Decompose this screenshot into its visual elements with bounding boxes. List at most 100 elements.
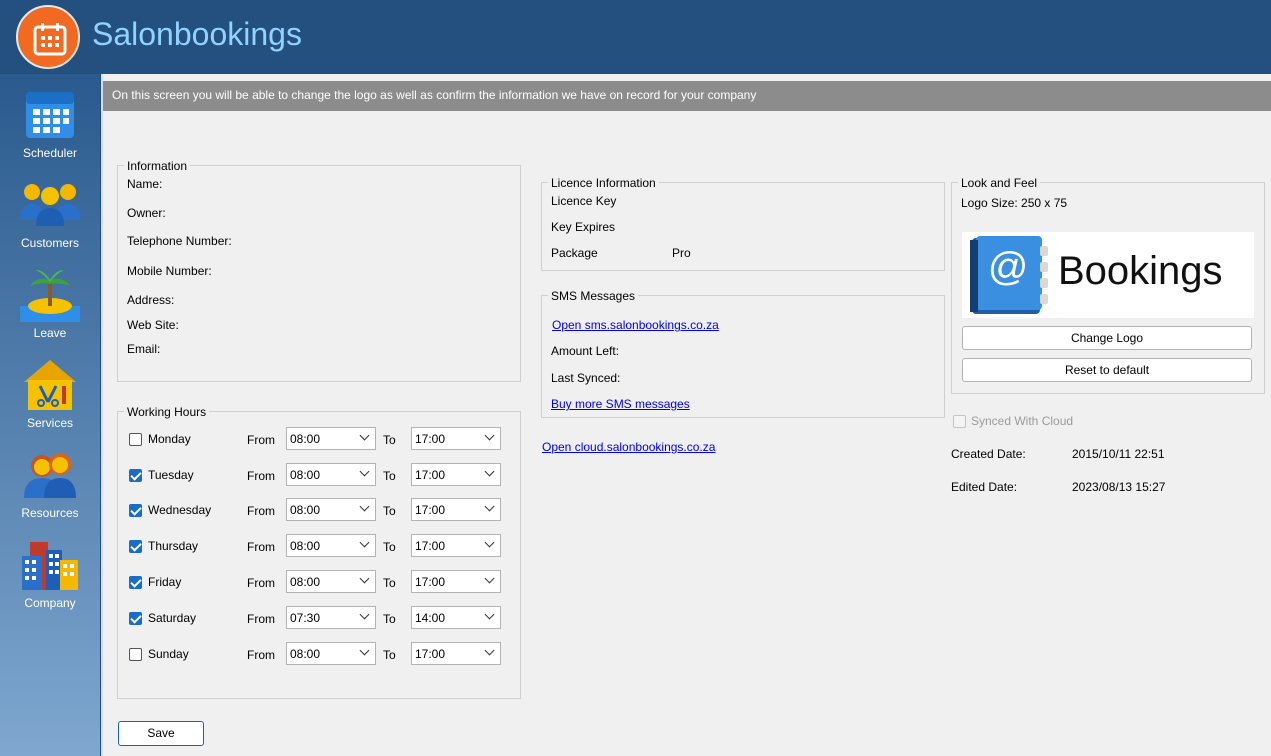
chevron-down-icon	[484, 573, 495, 584]
from-time-value: 08:00	[290, 503, 321, 517]
to-time-select[interactable]: 14:00	[411, 606, 501, 629]
logo-text: Bookings	[1058, 249, 1223, 293]
day-checkbox[interactable]	[129, 504, 142, 517]
from-label: From	[247, 469, 275, 483]
save-button[interactable]: Save	[118, 721, 204, 746]
to-label: To	[383, 648, 396, 662]
from-label: From	[247, 612, 275, 626]
sidebar-item-leave[interactable]: Leave	[0, 254, 100, 344]
to-label: To	[383, 469, 396, 483]
to-time-select[interactable]: 17:00	[411, 463, 501, 486]
working-hours-group: Working Hours Monday From 08:00 To 17:00 Tues…	[117, 405, 521, 699]
information-legend: Information	[124, 159, 191, 173]
chevron-down-icon	[484, 537, 495, 548]
to-label: To	[383, 433, 396, 447]
from-time-select[interactable]: 08:00	[286, 427, 376, 450]
chevron-down-icon	[359, 645, 370, 656]
day-label: Monday	[148, 432, 191, 446]
logo-size-label: Logo Size: 250 x 75	[961, 196, 1068, 210]
from-time-value: 08:00	[290, 539, 321, 553]
sidebar: Scheduler Customers Leave Services Resou…	[0, 74, 100, 756]
chevron-down-icon	[359, 609, 370, 620]
licence-key-label: Licence Key	[551, 194, 617, 208]
sidebar-item-label: Services	[26, 416, 73, 430]
from-time-select[interactable]: 07:30	[286, 606, 376, 629]
sidebar-item-services[interactable]: Services	[0, 344, 100, 434]
from-label: From	[247, 576, 275, 590]
to-time-select[interactable]: 17:00	[411, 498, 501, 521]
from-time-select[interactable]: 08:00	[286, 570, 376, 593]
day-checkbox[interactable]	[129, 612, 142, 625]
change-logo-button[interactable]: Change Logo	[962, 326, 1252, 350]
look-and-feel-legend: Look and Feel	[958, 176, 1041, 190]
sidebar-item-company[interactable]: Company	[0, 524, 100, 614]
day-label: Saturday	[148, 611, 197, 625]
key-expires-label: Key Expires	[551, 220, 616, 234]
to-time-value: 17:00	[415, 539, 446, 553]
sms-group: SMS Messages Open sms.salonbookings.co.z…	[541, 289, 945, 418]
to-time-value: 14:00	[415, 611, 446, 625]
sms-legend: SMS Messages	[548, 289, 639, 303]
last-synced-label: Last Synced:	[551, 371, 621, 385]
day-label: Thursday	[148, 539, 199, 553]
reset-default-button[interactable]: Reset to default	[962, 358, 1252, 382]
buy-sms-link[interactable]: Buy more SMS messages	[551, 397, 690, 411]
sidebar-item-label: Scheduler	[22, 146, 78, 160]
day-checkbox[interactable]	[129, 540, 142, 553]
to-time-select[interactable]: 17:00	[411, 642, 501, 665]
from-label: From	[247, 504, 275, 518]
synced-with-cloud-checkbox[interactable]	[953, 415, 966, 428]
day-checkbox[interactable]	[129, 469, 142, 482]
sidebar-item-label: Leave	[33, 326, 67, 340]
island-icon	[20, 270, 80, 322]
chevron-down-icon	[359, 573, 370, 584]
edited-date-label: Edited Date:	[951, 480, 1018, 494]
open-cloud-link[interactable]: Open cloud.salonbookings.co.za	[542, 440, 715, 454]
company-page: On this screen you will be able to chang…	[101, 74, 1271, 756]
from-time-select[interactable]: 08:00	[286, 463, 376, 486]
day-checkbox[interactable]	[129, 433, 142, 446]
to-time-select[interactable]: 17:00	[411, 534, 501, 557]
information-group: Information Name: Owner: Telephone Numbe…	[117, 159, 521, 382]
from-time-value: 08:00	[290, 468, 321, 482]
working-hours-legend: Working Hours	[124, 405, 210, 419]
from-time-select[interactable]: 08:00	[286, 498, 376, 521]
svg-text:@: @	[988, 245, 1029, 289]
day-checkbox[interactable]	[129, 576, 142, 589]
chevron-down-icon	[484, 645, 495, 656]
to-label: To	[383, 504, 396, 518]
mobile-label: Mobile Number:	[127, 264, 212, 278]
day-checkbox[interactable]	[129, 648, 142, 661]
salon-house-icon	[24, 360, 76, 410]
open-sms-link[interactable]: Open sms.salonbookings.co.za	[552, 318, 719, 332]
address-book-icon: @	[970, 236, 1048, 314]
from-time-value: 07:30	[290, 611, 321, 625]
from-time-select[interactable]: 08:00	[286, 534, 376, 557]
chevron-down-icon	[484, 609, 495, 620]
from-time-value: 08:00	[290, 575, 321, 589]
calendar-icon	[26, 92, 74, 138]
licence-group: Licence Information Licence Key Key Expi…	[541, 176, 945, 271]
sidebar-item-label: Company	[24, 596, 76, 610]
day-label: Friday	[148, 575, 182, 589]
to-time-select[interactable]: 17:00	[411, 570, 501, 593]
sidebar-item-customers[interactable]: Customers	[0, 164, 100, 254]
from-time-select[interactable]: 08:00	[286, 642, 376, 665]
address-label: Address:	[127, 293, 175, 307]
chevron-down-icon	[484, 430, 495, 441]
amount-left-label: Amount Left:	[551, 344, 620, 358]
from-label: From	[247, 540, 275, 554]
sidebar-item-scheduler[interactable]: Scheduler	[0, 74, 100, 164]
package-label: Package	[551, 246, 598, 260]
sidebar-item-resources[interactable]: Resources	[0, 434, 100, 524]
package-value: Pro	[672, 246, 691, 260]
to-time-value: 17:00	[415, 575, 446, 589]
buildings-icon	[22, 542, 78, 590]
edited-date-value: 2023/08/13 15:27	[1072, 480, 1166, 494]
from-time-value: 08:00	[290, 432, 321, 446]
to-time-value: 17:00	[415, 468, 446, 482]
from-time-value: 08:00	[290, 647, 321, 661]
licence-legend: Licence Information	[548, 176, 659, 190]
to-time-select[interactable]: 17:00	[411, 427, 501, 450]
day-label: Tuesday	[148, 468, 194, 482]
